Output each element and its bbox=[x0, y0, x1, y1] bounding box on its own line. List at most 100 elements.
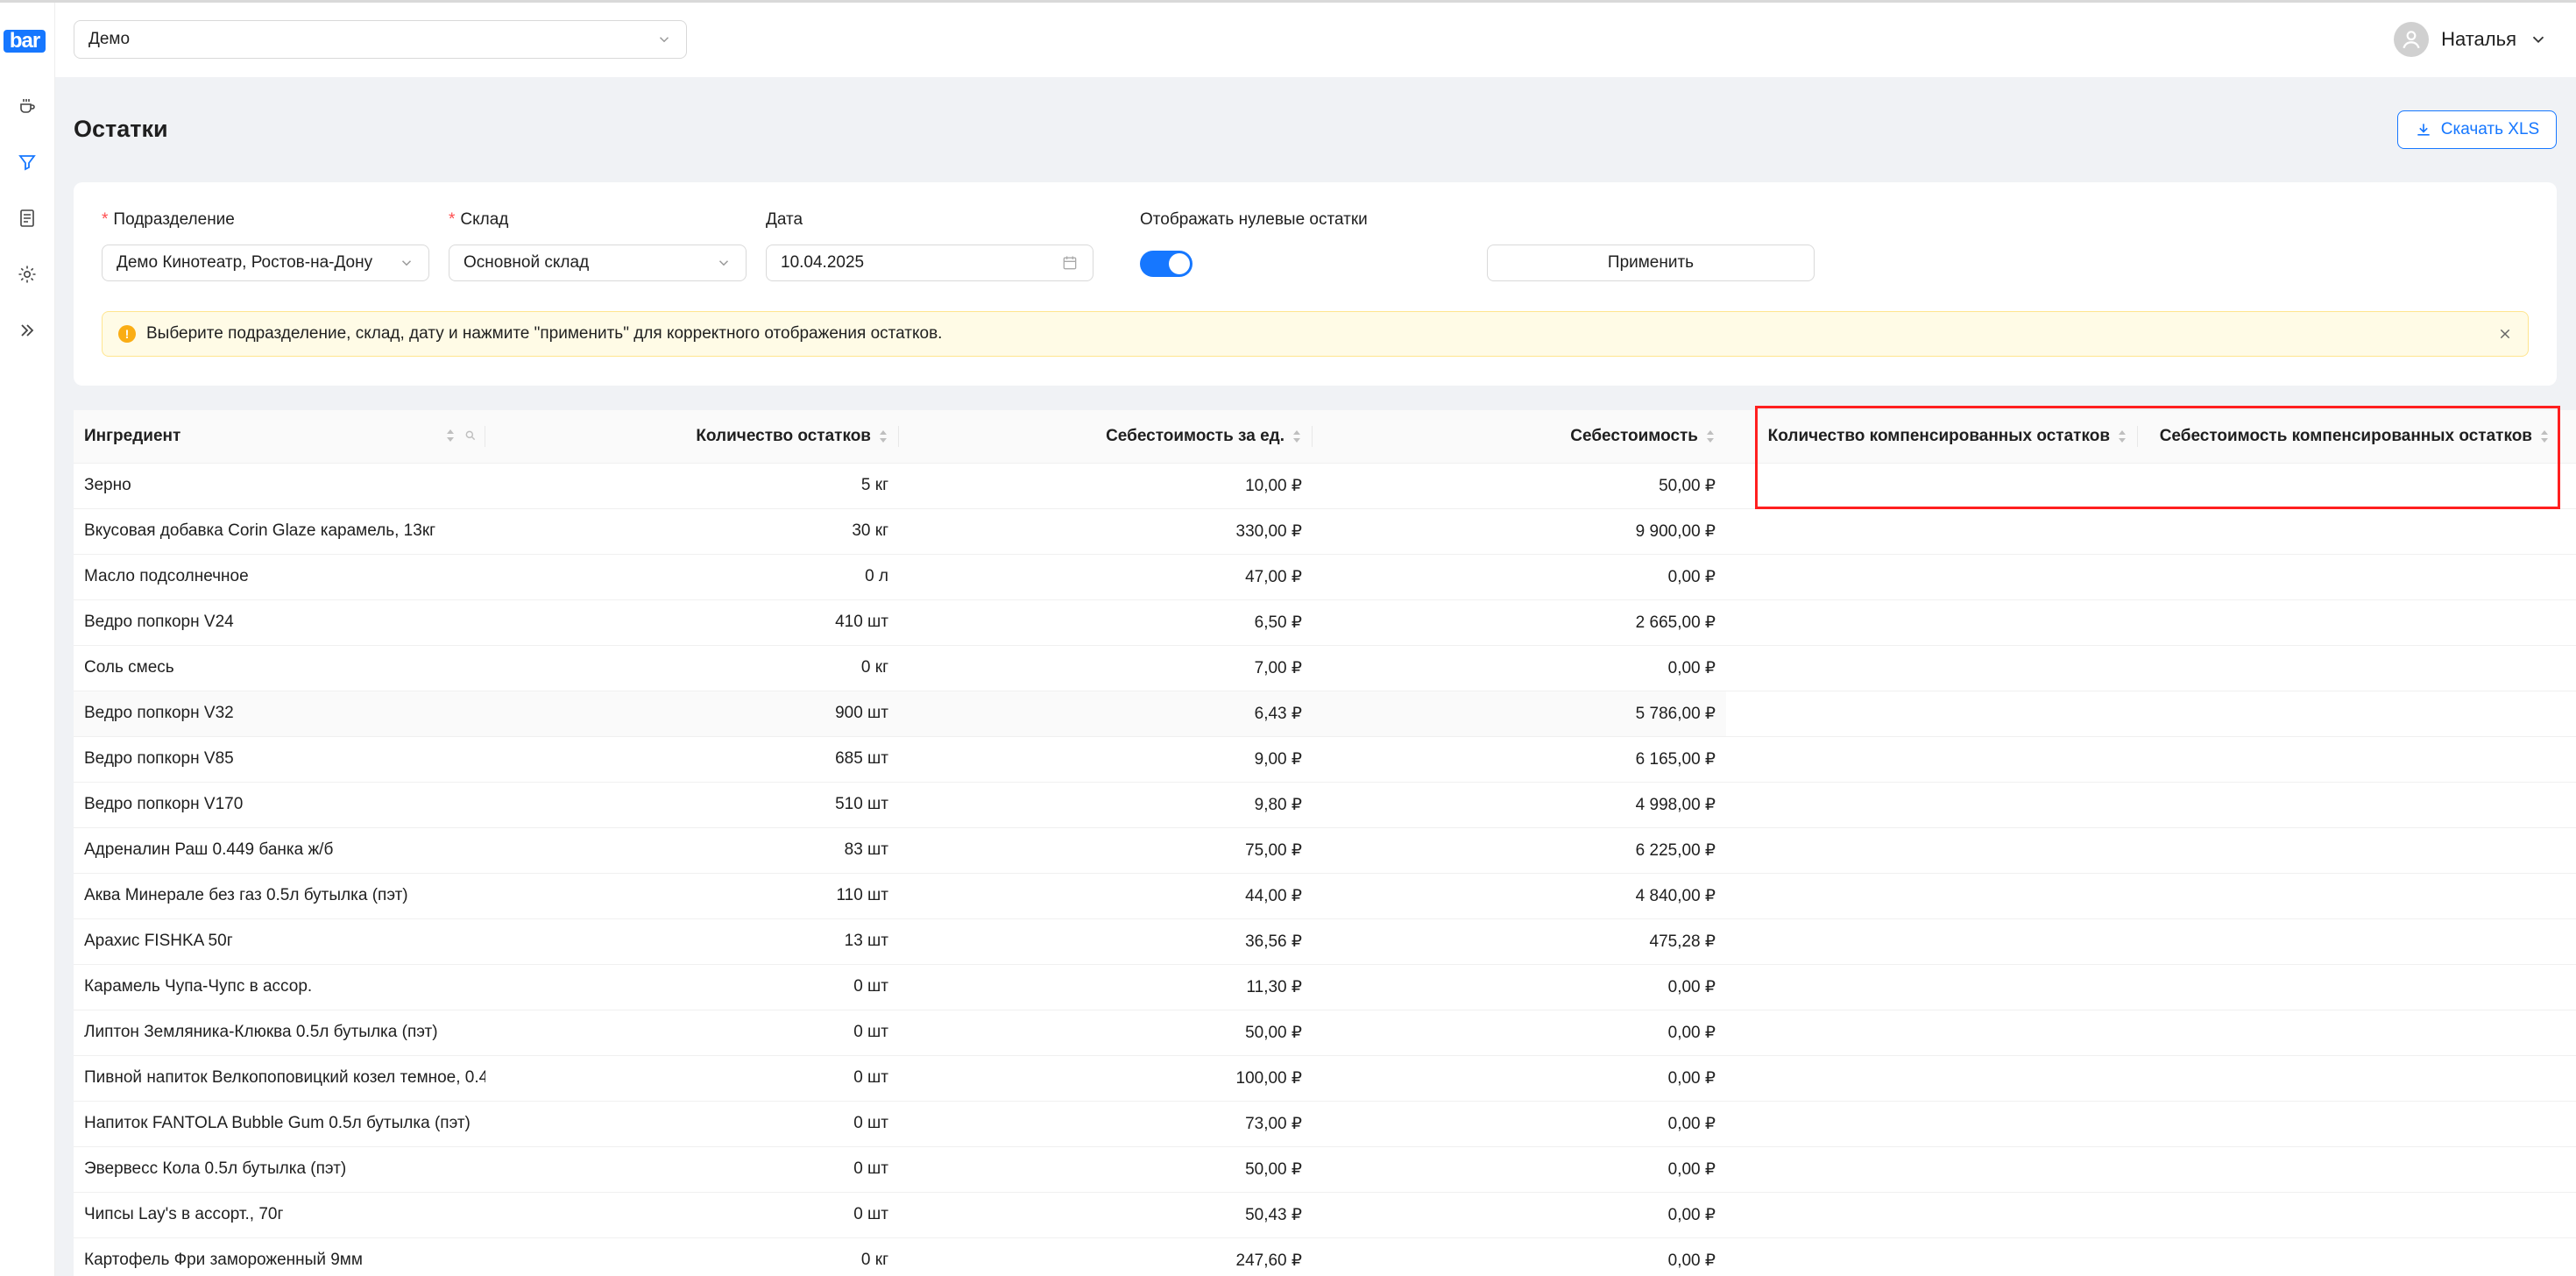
table-row[interactable]: Соль смесь 0 кг 7,00 ₽0,00 ₽ bbox=[74, 645, 2576, 691]
sort-icon[interactable] bbox=[2539, 429, 2550, 444]
column-header-unit-cost[interactable]: Себестоимость за ед. bbox=[899, 410, 1313, 464]
cell-compensated-cost bbox=[2138, 508, 2576, 555]
cell-unit-cost: 11,30 ₽ bbox=[899, 964, 1313, 1010]
column-header-compensated-quantity[interactable]: Количество компенсированных остатков bbox=[1726, 410, 2138, 464]
avatar bbox=[2394, 22, 2430, 57]
cell-compensated-cost bbox=[2138, 554, 2576, 600]
cell-unit-cost: 73,00 ₽ bbox=[899, 1101, 1313, 1147]
cell-quantity: 13 шт bbox=[485, 918, 899, 965]
cell-quantity: 900 шт bbox=[485, 691, 899, 737]
cell-quantity: 0 л bbox=[485, 554, 899, 600]
table-row[interactable]: Карамель Чупа-Чупс в ассор. 0 шт 11,30 ₽0,… bbox=[74, 964, 2576, 1010]
sort-icon[interactable] bbox=[445, 428, 456, 443]
cell-compensated-quantity bbox=[1726, 736, 2138, 783]
sort-icon[interactable] bbox=[1705, 429, 1716, 444]
filter-icon[interactable] bbox=[15, 150, 39, 174]
column-header-compensated-cost[interactable]: Себестоимость компенсированных остатков bbox=[2138, 410, 2576, 464]
sort-icon[interactable] bbox=[1292, 429, 1302, 444]
user-menu[interactable]: Наталья bbox=[2394, 22, 2548, 57]
cell-ingredient: Карамель Чупа-Чупс в ассор. bbox=[74, 964, 485, 1010]
table-row[interactable]: Эвервесс Кола 0.5л бутылка (пэт) 0 шт 50,0… bbox=[74, 1146, 2576, 1193]
cell-cost: 6 225,00 ₽ bbox=[1313, 827, 1726, 874]
column-header-ingredient[interactable]: Ингредиент bbox=[74, 410, 485, 464]
zero-balance-label: Отображать нулевые остатки bbox=[1140, 210, 1368, 229]
cell-quantity: 685 шт bbox=[485, 736, 899, 783]
zero-balance-toggle[interactable] bbox=[1140, 251, 1192, 277]
table-row[interactable]: Зерно 5 кг 10,00 ₽50,00 ₽ bbox=[74, 463, 2576, 509]
cell-quantity: 0 кг bbox=[485, 645, 899, 691]
table-row[interactable]: Масло подсолнечное 0 л 47,00 ₽0,00 ₽ bbox=[74, 554, 2576, 600]
date-picker[interactable]: 10.04.2025 bbox=[766, 245, 1093, 281]
cell-ingredient: Эвервесс Кола 0.5л бутылка (пэт) bbox=[74, 1146, 485, 1193]
app-logo[interactable]: bar bbox=[4, 30, 46, 53]
cell-unit-cost: 50,43 ₽ bbox=[899, 1192, 1313, 1238]
table-row[interactable]: Липтон Земляника-Клюква 0.5л бутылка (пэ… bbox=[74, 1010, 2576, 1056]
close-icon[interactable] bbox=[2495, 323, 2516, 344]
column-header-cost[interactable]: Себестоимость bbox=[1313, 410, 1726, 464]
cell-cost: 4 840,00 ₽ bbox=[1313, 873, 1726, 919]
cell-quantity: 5 кг bbox=[485, 463, 899, 509]
chevrons-right-icon[interactable] bbox=[15, 318, 39, 343]
table-row[interactable]: Ведро попкорн V32 900 шт 6,43 ₽5 786,00 ₽ bbox=[74, 691, 2576, 737]
cell-unit-cost: 6,43 ₽ bbox=[899, 691, 1313, 737]
apply-button[interactable]: Применить bbox=[1487, 245, 1815, 281]
cell-cost: 5 786,00 ₽ bbox=[1313, 691, 1726, 737]
table-row[interactable]: Картофель Фри замороженный 9мм 0 кг 247,60… bbox=[74, 1237, 2576, 1276]
cell-quantity: 0 шт bbox=[485, 1192, 899, 1238]
stock-table: Ингредиент Количество остатков Себестоим… bbox=[74, 410, 2576, 1276]
chevron-down-icon bbox=[2532, 36, 2544, 44]
cell-cost: 0,00 ₽ bbox=[1313, 1055, 1726, 1102]
cell-compensated-cost bbox=[2138, 827, 2576, 874]
cell-compensated-cost bbox=[2138, 1146, 2576, 1193]
date-label: Дата bbox=[766, 210, 803, 229]
cell-unit-cost: 6,50 ₽ bbox=[899, 599, 1313, 646]
table-row[interactable]: Адреналин Раш 0.449 банка ж/б 83 шт 75,00 … bbox=[74, 827, 2576, 874]
cell-ingredient: Ведро попкорн V170 bbox=[74, 782, 485, 828]
table-row[interactable]: Ведро попкорн V85 685 шт 9,00 ₽6 165,00 ₽ bbox=[74, 736, 2576, 783]
sidebar: bar bbox=[0, 3, 55, 1276]
warehouse-select[interactable]: Основной склад bbox=[449, 245, 747, 281]
cell-cost: 6 165,00 ₽ bbox=[1313, 736, 1726, 783]
table-row[interactable]: Вкусовая добавка Corin Glaze карамель, 1… bbox=[74, 508, 2576, 555]
sort-icon[interactable] bbox=[878, 429, 888, 444]
cell-compensated-cost bbox=[2138, 599, 2576, 646]
cell-ingredient: Ведро попкорн V85 bbox=[74, 736, 485, 783]
cell-compensated-cost bbox=[2138, 873, 2576, 919]
cell-unit-cost: 36,56 ₽ bbox=[899, 918, 1313, 965]
division-select[interactable]: Демо Кинотеатр, Ростов-на-Дону bbox=[102, 245, 429, 281]
table-row[interactable]: Ведро попкорн V170 510 шт 9,80 ₽4 998,00 ₽ bbox=[74, 782, 2576, 828]
sort-icon[interactable] bbox=[2117, 429, 2127, 444]
table-row[interactable]: Арахис FISHKA 50г 13 шт 36,56 ₽475,28 ₽ bbox=[74, 918, 2576, 965]
gear-icon[interactable] bbox=[15, 262, 39, 287]
cell-ingredient: Ведро попкорн V32 bbox=[74, 691, 485, 737]
download-xls-button[interactable]: Скачать XLS bbox=[2397, 110, 2557, 149]
calendar-icon bbox=[1063, 256, 1077, 270]
cell-compensated-cost bbox=[2138, 691, 2576, 737]
cell-unit-cost: 100,00 ₽ bbox=[899, 1055, 1313, 1102]
table-row[interactable]: Напиток FANTOLA Bubble Gum 0.5л бутылка … bbox=[74, 1101, 2576, 1147]
organization-select[interactable]: Демо bbox=[74, 20, 687, 59]
cell-unit-cost: 9,00 ₽ bbox=[899, 736, 1313, 783]
cell-ingredient: Адреналин Раш 0.449 банка ж/б bbox=[74, 827, 485, 874]
cell-compensated-cost bbox=[2138, 964, 2576, 1010]
column-header-quantity[interactable]: Количество остатков bbox=[485, 410, 899, 464]
cell-cost: 0,00 ₽ bbox=[1313, 554, 1726, 600]
coffee-icon[interactable] bbox=[15, 94, 39, 118]
search-icon[interactable] bbox=[464, 429, 477, 442]
table-row[interactable]: Аква Минерале без газ 0.5л бутылка (пэт)… bbox=[74, 873, 2576, 919]
division-select-value: Демо Кинотеатр, Ростов-на-Дону bbox=[117, 253, 373, 272]
cell-ingredient: Соль смесь bbox=[74, 645, 485, 691]
table-row[interactable]: Чипсы Lay's в ассорт., 70г 0 шт 50,43 ₽0,0… bbox=[74, 1192, 2576, 1238]
cell-compensated-cost bbox=[2138, 918, 2576, 965]
download-icon bbox=[2417, 124, 2430, 136]
cell-compensated-quantity bbox=[1726, 1101, 2138, 1147]
document-icon[interactable] bbox=[15, 206, 39, 230]
cell-compensated-quantity bbox=[1726, 508, 2138, 555]
table-row[interactable]: Пивной напиток Велкопоповицкий козел тем… bbox=[74, 1055, 2576, 1102]
cell-quantity: 0 шт bbox=[485, 964, 899, 1010]
table-row[interactable]: Ведро попкорн V24 410 шт 6,50 ₽2 665,00 ₽ bbox=[74, 599, 2576, 646]
cell-cost: 0,00 ₽ bbox=[1313, 964, 1726, 1010]
cell-compensated-quantity bbox=[1726, 1192, 2138, 1238]
cell-quantity: 110 шт bbox=[485, 873, 899, 919]
cell-compensated-quantity bbox=[1726, 964, 2138, 1010]
